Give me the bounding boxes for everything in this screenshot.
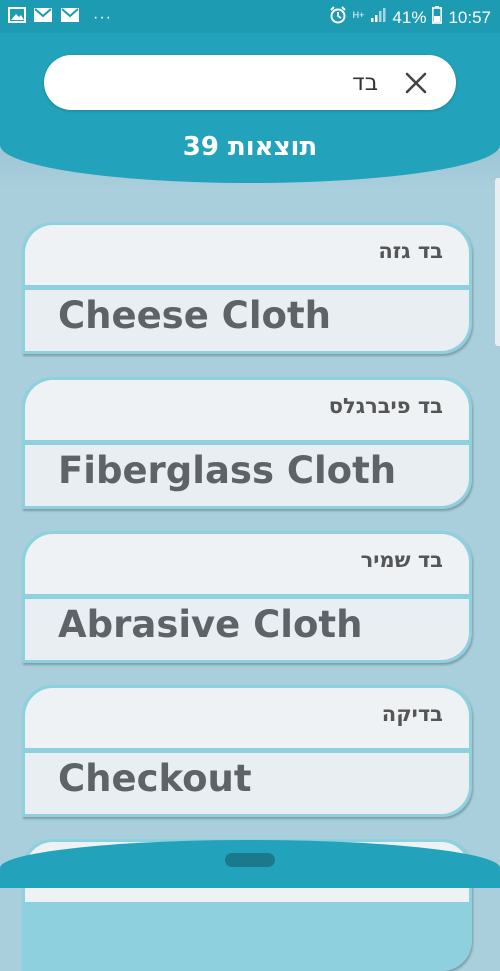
english-term: Checkout xyxy=(58,757,252,800)
search-input[interactable] xyxy=(76,65,380,101)
battery-icon xyxy=(432,6,443,29)
signal-icon xyxy=(370,7,386,28)
hebrew-term: בד פיברגלס xyxy=(328,394,443,418)
card-body: Abrasive Cloth xyxy=(25,599,469,660)
hebrew-term: בד שמיר xyxy=(360,548,443,572)
status-bar: ··· H+ 41% 10:57 xyxy=(0,0,500,33)
result-card[interactable]: בד פיברגלס Fiberglass Cloth xyxy=(22,377,472,509)
english-term: Abrasive Cloth xyxy=(58,603,363,646)
network-type: H+ xyxy=(352,9,365,20)
english-term: Fiberglass Cloth xyxy=(58,449,397,492)
scrollbar[interactable] xyxy=(495,178,500,346)
card-header: בד גזה xyxy=(25,225,469,285)
hebrew-term: בדיקה xyxy=(381,702,443,726)
mail-icon xyxy=(60,7,80,28)
card-body: Checkout xyxy=(25,753,469,814)
card-header: בדיקה xyxy=(25,688,469,748)
hebrew-term: בד גזה xyxy=(378,239,443,263)
result-card[interactable]: בד שמיר Abrasive Cloth xyxy=(22,531,472,663)
alarm-icon xyxy=(329,6,347,29)
drawer-handle[interactable] xyxy=(225,853,275,867)
battery-percent: 41% xyxy=(392,7,427,27)
result-card[interactable]: בדיקה Checkout xyxy=(22,685,472,817)
mail-icon xyxy=(33,7,53,28)
english-term: Cheese Cloth xyxy=(58,294,331,337)
bottom-bar xyxy=(0,840,500,888)
card-header: בד שמיר xyxy=(25,534,469,594)
search-bar[interactable] xyxy=(44,55,456,110)
result-card[interactable]: בד גזה Cheese Cloth xyxy=(22,222,472,354)
close-icon[interactable] xyxy=(402,69,430,97)
results-count: 39 תוצאות xyxy=(182,132,318,162)
card-body: Cheese Cloth xyxy=(25,290,469,351)
more-notifications-indicator: ··· xyxy=(93,8,112,26)
clock: 10:57 xyxy=(448,7,491,27)
card-body: Fiberglass Cloth xyxy=(25,445,469,506)
card-header: בד פיברגלס xyxy=(25,380,469,440)
gallery-icon xyxy=(8,7,26,28)
